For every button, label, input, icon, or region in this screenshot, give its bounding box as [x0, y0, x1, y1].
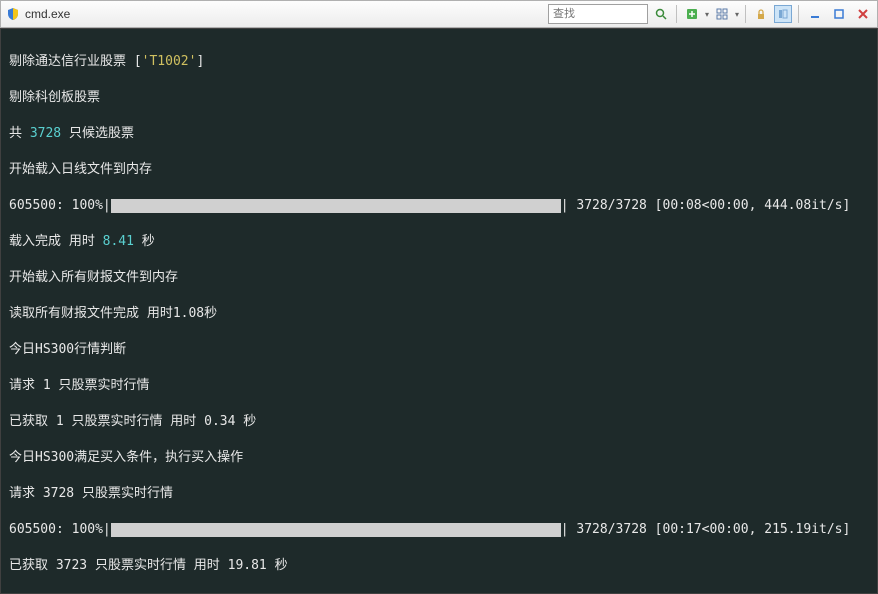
- toolbar-separator: [745, 5, 746, 23]
- terminal-line: 载入完成 用时 8.41 秒: [9, 233, 869, 251]
- progress-bar-line: 605500: 100%|| 3728/3728 [00:17<00:00, 2…: [9, 521, 869, 539]
- progress-bar-line: 605500: 100%|| 3728/3728 [00:08<00:00, 4…: [9, 197, 869, 215]
- windows-icon[interactable]: [713, 5, 731, 23]
- search-input[interactable]: [548, 4, 648, 24]
- panel-icon[interactable]: [774, 5, 792, 23]
- app-shield-icon: [5, 6, 21, 22]
- dropdown-arrow-icon[interactable]: ▾: [705, 10, 709, 19]
- add-icon[interactable]: [683, 5, 701, 23]
- minimize-button[interactable]: [805, 6, 825, 22]
- window-titlebar: cmd.exe ▾ ▾: [0, 0, 878, 28]
- toolbar-separator: [676, 5, 677, 23]
- toolbar-separator: [798, 5, 799, 23]
- terminal-line: 今日HS300行情判断: [9, 341, 869, 359]
- terminal-line: 读取所有财报文件完成 用时1.08秒: [9, 305, 869, 323]
- terminal-line: 剔除通达信行业股票 ['T1002']: [9, 53, 869, 71]
- terminal-line: 请求 1 只股票实时行情: [9, 377, 869, 395]
- terminal-line: 今日HS300满足买入条件，执行买入操作: [9, 449, 869, 467]
- terminal-output[interactable]: 剔除通达信行业股票 ['T1002'] 剔除科创板股票 共 3728 只候选股票…: [0, 28, 878, 594]
- maximize-button[interactable]: [829, 6, 849, 22]
- terminal-line: 已获取 1 只股票实时行情 用时 0.34 秒: [9, 413, 869, 431]
- close-button[interactable]: [853, 6, 873, 22]
- terminal-line: 共 3728 只候选股票: [9, 125, 869, 143]
- dropdown-arrow-icon[interactable]: ▾: [735, 10, 739, 19]
- terminal-line: 开始载入所有财报文件到内存: [9, 269, 869, 287]
- terminal-line: 开始载入日线文件到内存: [9, 161, 869, 179]
- terminal-line: 剔除科创板股票: [9, 89, 869, 107]
- terminal-line: 已获取 3723 只股票实时行情 用时 19.81 秒: [9, 557, 869, 575]
- lock-icon[interactable]: [752, 5, 770, 23]
- terminal-line: 请求 3728 只股票实时行情: [9, 485, 869, 503]
- search-icon[interactable]: [652, 5, 670, 23]
- window-title: cmd.exe: [25, 7, 70, 21]
